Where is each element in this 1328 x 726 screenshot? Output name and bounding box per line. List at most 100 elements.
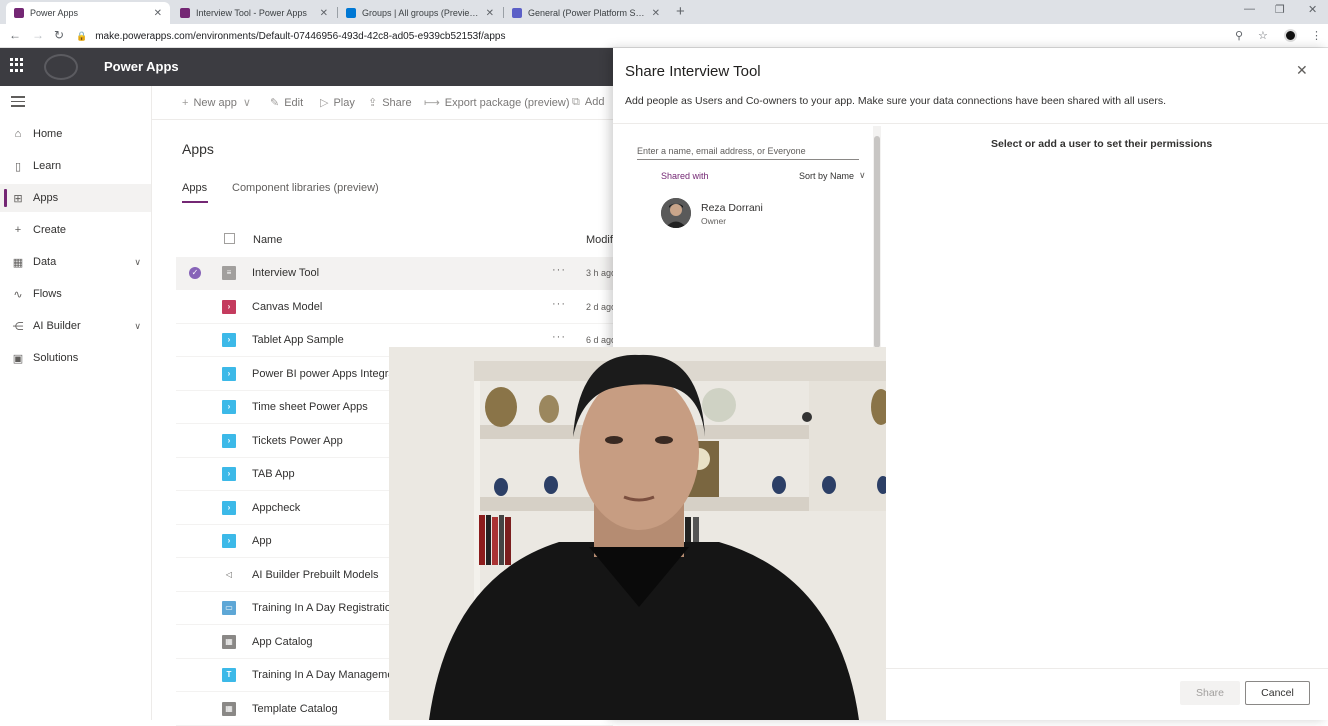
nav-item-home[interactable]: ⌂ Home	[0, 120, 151, 148]
share-button[interactable]: ⇪ Share	[368, 96, 412, 109]
profile-avatar-icon[interactable]	[1284, 29, 1297, 42]
export-package-button[interactable]: ⟼ Export package (preview)	[424, 96, 570, 109]
close-panel-icon[interactable]: ✕	[1296, 62, 1308, 79]
more-options-icon[interactable]: ···	[552, 264, 566, 276]
selected-check-icon[interactable]: ✓	[189, 267, 201, 279]
browser-tab-interview-tool[interactable]: Interview Tool - Power Apps ✕	[172, 2, 336, 24]
tab-title: General (Power Platform Share) |	[528, 8, 646, 18]
active-tab-underline	[182, 201, 208, 203]
back-icon[interactable]: ←	[9, 28, 21, 42]
share-label: Share	[382, 97, 412, 109]
export-label: Export package (preview)	[444, 97, 570, 109]
browser-tab-groups[interactable]: Groups | All groups (Preview) - M ✕	[338, 2, 502, 24]
new-tab-icon[interactable]: +	[676, 3, 685, 20]
zoom-icon[interactable]: ⚲	[1235, 29, 1243, 42]
nav-item-ai-builder[interactable]: ⋲ AI Builder ∨	[0, 312, 151, 340]
apps-icon: ⊞	[13, 192, 23, 205]
app-name[interactable]: Appcheck	[252, 502, 300, 514]
divider	[613, 123, 1328, 124]
app-icon: ≡	[222, 266, 236, 280]
app-icon: ◁	[222, 567, 236, 582]
app-name[interactable]: Tickets Power App	[252, 435, 343, 447]
app-name[interactable]: Training In A Day Registration	[252, 602, 397, 614]
url-omnibox[interactable]: 🔒 make.powerapps.com/environments/Defaul…	[76, 27, 1240, 45]
people-search-input[interactable]	[637, 138, 859, 160]
bookmark-star-icon[interactable]: ☆	[1258, 29, 1268, 42]
column-header-name[interactable]: Name	[253, 234, 282, 246]
restore-icon[interactable]: ❐	[1275, 3, 1285, 16]
shared-user-name[interactable]: Reza Dorrani	[701, 202, 763, 214]
browser-menu-icon[interactable]: ⋮	[1311, 29, 1322, 42]
nav-item-label: Solutions	[33, 352, 79, 364]
play-button[interactable]: ▷ Play	[320, 96, 355, 109]
export-icon: ⟼	[424, 97, 440, 109]
browser-tab-teams-general[interactable]: General (Power Platform Share) | ✕	[504, 2, 668, 24]
sort-by-dropdown[interactable]: Sort by Name	[799, 171, 854, 181]
tab-component-libraries[interactable]: Component libraries (preview)	[232, 182, 379, 194]
tab-title: Groups | All groups (Preview) - M	[362, 8, 480, 18]
tab-apps[interactable]: Apps	[182, 182, 207, 194]
close-tab-icon[interactable]: ✕	[320, 8, 328, 19]
app-name[interactable]: Training In A Day Management	[252, 669, 403, 681]
divider	[886, 668, 1328, 669]
app-icon: ›	[222, 500, 236, 515]
nav-item-create[interactable]: + Create	[0, 216, 151, 244]
nav-item-flows[interactable]: ∿ Flows	[0, 280, 151, 308]
app-name[interactable]: App Catalog	[252, 636, 313, 648]
solutions-icon: ▣	[12, 352, 24, 365]
nav-item-solutions[interactable]: ▣ Solutions	[0, 344, 151, 372]
app-name[interactable]: App	[252, 535, 272, 547]
powerapps-favicon-icon	[180, 8, 190, 18]
app-icon: ▦	[222, 634, 236, 649]
nav-item-data[interactable]: ▦ Data ∨	[0, 248, 151, 276]
chevron-down-icon[interactable]: ∨	[859, 170, 866, 181]
edit-button[interactable]: ✎ Edit	[270, 96, 303, 109]
more-options-icon[interactable]: ···	[552, 298, 566, 310]
new-app-label: New app	[193, 97, 237, 109]
tab-title: Interview Tool - Power Apps	[196, 8, 307, 18]
app-name[interactable]: TAB App	[252, 468, 295, 480]
app-name[interactable]: Tablet App Sample	[252, 334, 344, 346]
file-type-column-icon[interactable]	[224, 233, 235, 244]
url-text: make.powerapps.com/environments/Default-…	[95, 30, 506, 42]
modified-time: 2 d ago	[586, 301, 613, 312]
app-name[interactable]: Template Catalog	[252, 703, 338, 715]
share-submit-button[interactable]: Share	[1180, 681, 1240, 705]
chevron-down-icon: ∨	[242, 97, 251, 109]
table-row[interactable]: ✓ ≡ Interview Tool ··· 3 h ago	[176, 257, 613, 290]
scrollbar-thumb[interactable]	[874, 136, 880, 348]
app-title[interactable]: Power Apps	[104, 59, 179, 74]
chevron-down-icon[interactable]: ∨	[134, 257, 141, 268]
reload-icon[interactable]: ↻	[54, 28, 64, 42]
window-close-icon[interactable]: ✕	[1308, 3, 1317, 16]
home-icon: ⌂	[14, 128, 22, 140]
column-header-modified[interactable]: Modified	[586, 234, 613, 246]
app-name[interactable]: Time sheet Power Apps	[252, 401, 368, 413]
more-options-icon[interactable]: ···	[552, 331, 566, 343]
close-tab-icon[interactable]: ✕	[154, 8, 162, 19]
close-tab-icon[interactable]: ✕	[652, 8, 660, 19]
browser-address-bar: ← → ↻ 🔒 make.powerapps.com/environments/…	[0, 24, 1328, 48]
browser-tab-power-apps[interactable]: Power Apps ✕	[6, 2, 170, 24]
azure-favicon-icon	[346, 8, 356, 18]
app-name[interactable]: Interview Tool	[252, 267, 319, 279]
forward-icon[interactable]: →	[32, 28, 44, 42]
chevron-down-icon[interactable]: ∨	[134, 321, 141, 332]
new-app-button[interactable]: + New app ∨	[182, 96, 256, 109]
close-tab-icon[interactable]: ✕	[486, 8, 494, 19]
table-row[interactable]: › Canvas Model ··· 2 d ago	[176, 291, 613, 324]
app-name[interactable]: AI Builder Prebuilt Models	[252, 569, 379, 581]
nav-item-label: Flows	[33, 288, 62, 300]
app-icon: ▭	[222, 601, 236, 615]
nav-item-label: Data	[33, 256, 57, 268]
hamburger-menu-icon[interactable]	[11, 96, 25, 110]
cancel-button[interactable]: Cancel	[1245, 681, 1310, 705]
share-icon: ⇪	[368, 97, 378, 109]
nav-item-learn[interactable]: ▯ Learn	[0, 152, 151, 180]
add-button[interactable]: ⧉ Add	[572, 96, 604, 109]
minimize-icon[interactable]: —	[1244, 3, 1255, 15]
modified-time: 6 d ago	[586, 335, 613, 345]
app-name[interactable]: Canvas Model	[252, 301, 322, 313]
nav-item-apps[interactable]: ⊞ Apps	[0, 184, 151, 212]
app-launcher-waffle-icon[interactable]	[10, 58, 24, 72]
